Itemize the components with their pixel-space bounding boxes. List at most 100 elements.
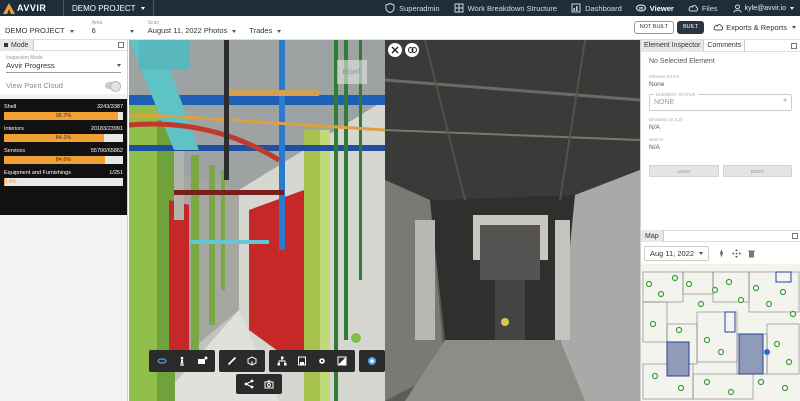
share-button[interactable] bbox=[240, 375, 258, 393]
trades-value: Trades bbox=[249, 26, 273, 35]
tab-comments[interactable]: Comments bbox=[704, 39, 746, 52]
built-at-value: N/A bbox=[649, 144, 660, 151]
point-cloud-toggle[interactable] bbox=[105, 81, 121, 92]
expand-icon[interactable] bbox=[791, 42, 797, 49]
chevron-down-icon bbox=[232, 29, 237, 33]
element-status-label: ELEMENT STATUS bbox=[654, 92, 698, 97]
project-select[interactable]: DEMO PROJECT bbox=[0, 15, 82, 39]
pin-icon[interactable] bbox=[717, 249, 726, 258]
nav-superadmin[interactable]: Superadmin bbox=[378, 0, 446, 16]
nav-viewer-label: Viewer bbox=[649, 3, 674, 13]
move-icon[interactable] bbox=[732, 248, 742, 258]
square-icon bbox=[4, 43, 8, 47]
user-email: kyle@avvir.io bbox=[744, 4, 786, 12]
360-icon: 3D bbox=[635, 4, 646, 12]
camera-tool-button[interactable] bbox=[193, 352, 211, 370]
camera-icon bbox=[264, 380, 274, 389]
filter-bar: DEMO PROJECT Area 6 Scan August 11, 2022… bbox=[0, 16, 800, 40]
color-legend-button[interactable] bbox=[363, 352, 381, 370]
scan-select[interactable]: Scan August 11, 2022 Photos bbox=[142, 15, 245, 39]
close-split-button[interactable] bbox=[388, 43, 402, 57]
inspection-mode-select[interactable]: Avvir Progress bbox=[6, 61, 121, 73]
brand-name: AVVIR bbox=[17, 3, 47, 13]
project-select-value: DEMO PROJECT bbox=[5, 26, 65, 35]
brand-logo[interactable]: AVVIR bbox=[0, 0, 64, 16]
redo-button[interactable]: REDO bbox=[722, 165, 792, 177]
avvir-logo-icon bbox=[3, 2, 15, 14]
project-menu-button[interactable]: DEMO PROJECT bbox=[64, 0, 154, 16]
view-cube-face[interactable]: RIGHT bbox=[343, 70, 362, 76]
element-errors-value: None bbox=[649, 81, 665, 88]
progress-item[interactable]: Shell 3243/3387 95.7% bbox=[0, 101, 127, 123]
pencil-icon bbox=[227, 356, 237, 366]
expand-icon[interactable] bbox=[118, 42, 124, 48]
progress-item-name: Equipment and Furnishings bbox=[4, 170, 71, 176]
progress-item-count: 3243/3387 bbox=[97, 104, 123, 110]
main-nav: Superadmin Work Breakdown Structure Dash… bbox=[378, 0, 800, 16]
tab-map[interactable]: Map bbox=[641, 230, 664, 242]
area-select[interactable]: Area 6 bbox=[82, 15, 142, 39]
palette-icon bbox=[368, 357, 376, 365]
viewer-toolbar-secondary bbox=[236, 374, 282, 394]
orbit-tool-button[interactable] bbox=[153, 352, 171, 370]
bim-model-render: RIGHT bbox=[129, 40, 385, 401]
progress-item[interactable]: Services 55700/65862 84.6% bbox=[0, 145, 127, 167]
nav-viewer[interactable]: 3D Viewer bbox=[629, 0, 681, 16]
chevron-down-icon bbox=[699, 251, 704, 255]
project-menu-label: DEMO PROJECT bbox=[72, 3, 136, 13]
left-panel: Mode Inspection Mode Avvir Progress View… bbox=[0, 39, 128, 401]
nav-dashboard[interactable]: Dashboard bbox=[564, 0, 629, 16]
nav-work-breakdown-structure[interactable]: Work Breakdown Structure bbox=[447, 0, 564, 16]
element-status-select[interactable]: ELEMENT STATUS NONE bbox=[649, 92, 792, 111]
user-icon bbox=[733, 3, 742, 13]
properties-button[interactable] bbox=[293, 352, 311, 370]
point-cloud-row: View Point Cloud bbox=[6, 81, 121, 92]
measure-tool-button[interactable] bbox=[223, 352, 241, 370]
nav-wbs-label: Work Breakdown Structure bbox=[467, 3, 558, 13]
close-icon bbox=[391, 46, 399, 54]
scan-value: August 11, 2022 Photos bbox=[147, 26, 228, 35]
toolbar-measure-group bbox=[219, 350, 265, 372]
screenshot-button[interactable] bbox=[260, 375, 278, 393]
built-toggle[interactable]: BUILT bbox=[676, 20, 705, 34]
person-icon bbox=[180, 356, 184, 366]
mode-panel-body: Inspection Mode Avvir Progress View Poin… bbox=[0, 51, 127, 94]
share-icon bbox=[244, 379, 254, 389]
tab-mode-label: Mode bbox=[11, 41, 29, 49]
svg-text:3D: 3D bbox=[638, 6, 643, 11]
model-browser-button[interactable] bbox=[273, 352, 291, 370]
tab-mode[interactable]: Mode bbox=[0, 39, 34, 51]
progress-bar: 0.4% bbox=[4, 178, 123, 186]
chevron-down-icon bbox=[790, 6, 794, 10]
progress-item[interactable]: Interiors 20183/23991 84.1% bbox=[0, 123, 127, 145]
undo-button[interactable]: UNDO bbox=[649, 165, 719, 177]
fullscreen-button[interactable] bbox=[333, 352, 351, 370]
inspection-mode-value: Avvir Progress bbox=[6, 61, 55, 70]
floor-plan-map[interactable] bbox=[641, 264, 800, 401]
progress-item[interactable]: Equipment and Furnishings 1/251 0.4% bbox=[0, 167, 127, 189]
map-date-select[interactable]: Aug 11, 2022 bbox=[644, 245, 710, 261]
settings-button[interactable] bbox=[313, 352, 331, 370]
not-built-toggle[interactable]: NOT BUILT bbox=[633, 20, 674, 34]
link-views-button[interactable] bbox=[405, 43, 419, 57]
top-nav-bar: AVVIR DEMO PROJECT Superadmin Work Break… bbox=[0, 0, 800, 16]
element-status-value: NONE bbox=[654, 99, 675, 106]
section-tool-button[interactable] bbox=[243, 352, 261, 370]
exports-reports-button[interactable]: Exports & Reports bbox=[707, 23, 796, 32]
area-value: 6 bbox=[91, 26, 96, 35]
progress-item-count: 55700/65862 bbox=[90, 148, 123, 154]
toolbar-model-group bbox=[269, 350, 355, 372]
floor-plan-render bbox=[641, 264, 800, 401]
photo-360-viewport[interactable] bbox=[385, 40, 640, 401]
hierarchy-icon bbox=[277, 356, 287, 366]
user-menu[interactable]: kyle@avvir.io bbox=[725, 3, 800, 13]
bim-model-viewport[interactable]: RIGHT bbox=[129, 40, 385, 401]
expand-icon[interactable] bbox=[792, 233, 798, 239]
tab-element-inspector[interactable]: Element Inspector bbox=[641, 39, 705, 52]
first-person-tool-button[interactable] bbox=[173, 352, 191, 370]
trades-select[interactable]: Trades bbox=[244, 15, 289, 39]
nav-files[interactable]: Files bbox=[681, 0, 725, 16]
cube-explode-icon bbox=[247, 356, 257, 366]
nav-superadmin-label: Superadmin bbox=[399, 3, 440, 13]
trash-icon[interactable] bbox=[747, 249, 756, 258]
